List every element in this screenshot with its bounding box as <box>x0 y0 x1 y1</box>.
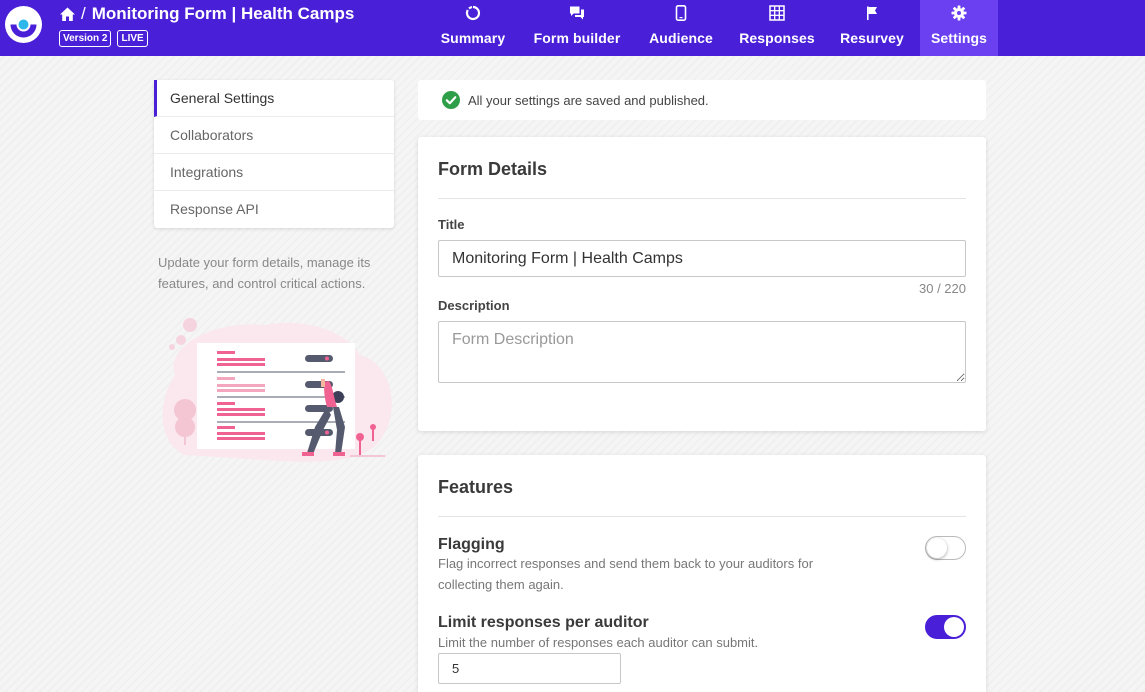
settings-description: Update your form details, manage its fea… <box>158 255 371 291</box>
flagging-description: Flag incorrect responses and send them b… <box>438 556 814 592</box>
limit-responses-description: Limit the number of responses each audit… <box>438 635 759 650</box>
form-title: Monitoring Form | Health Camps <box>91 4 355 23</box>
form-details-heading: Form Details <box>438 159 548 179</box>
breadcrumb: / Monitoring Form | Health Camps <box>59 3 354 25</box>
flagging-toggle-knob <box>927 538 947 558</box>
limit-responses-title: Limit responses per auditor <box>438 614 649 631</box>
description-label: Description <box>438 298 510 313</box>
check-circle-icon <box>442 91 460 109</box>
chat-bubbles-icon <box>570 6 584 20</box>
saved-notice: All your settings are saved and publishe… <box>418 80 986 120</box>
flagging-title: Flagging <box>438 536 505 553</box>
logo-icon <box>6 7 41 42</box>
title-label: Title <box>438 217 465 232</box>
sidebar-item-collaborators[interactable]: Collaborators <box>154 117 394 154</box>
app-logo[interactable] <box>5 6 42 43</box>
limit-responses-toggle[interactable] <box>925 615 966 639</box>
tab-resurvey[interactable]: Resurvey <box>830 0 914 56</box>
features-card: Features Flagging Flag incorrect respons… <box>418 455 986 692</box>
settings-illustration <box>162 318 392 462</box>
tab-settings[interactable]: Settings <box>920 0 998 56</box>
tab-settings-label: Settings <box>930 30 988 46</box>
sidebar-item-response-api[interactable]: Response API <box>154 191 394 228</box>
form-badges: Version 2 LIVE <box>59 30 148 47</box>
description-textarea[interactable] <box>438 321 966 383</box>
features-divider <box>438 516 966 517</box>
top-header: / Monitoring Form | Health Camps Version… <box>0 0 1145 56</box>
tab-responses[interactable]: Responses <box>734 0 820 56</box>
tab-form-builder[interactable]: Form builder <box>525 0 629 56</box>
title-input[interactable] <box>438 240 966 277</box>
tab-responses-label: Responses <box>739 30 815 46</box>
limit-responses-input[interactable] <box>438 653 621 684</box>
flag-icon <box>867 6 877 20</box>
tab-audience[interactable]: Audience <box>640 0 722 56</box>
settings-side-menu: General Settings Collaborators Integrati… <box>154 80 394 228</box>
title-char-counter: 30 / 220 <box>919 281 966 296</box>
sidebar-item-integrations[interactable]: Integrations <box>154 154 394 191</box>
saved-notice-text: All your settings are saved and publishe… <box>468 92 709 108</box>
version-badge[interactable]: Version 2 <box>59 30 112 47</box>
form-details-divider <box>438 198 966 199</box>
tab-form-builder-label: Form builder <box>533 30 621 46</box>
table-grid-icon <box>769 5 785 21</box>
live-status-badge: LIVE <box>117 30 148 47</box>
tab-summary-label: Summary <box>440 30 506 46</box>
form-details-card: Form Details Title 30 / 220 Description <box>418 137 986 431</box>
limit-responses-toggle-knob <box>944 617 964 637</box>
mobile-phone-icon <box>675 5 687 21</box>
flagging-toggle[interactable] <box>925 536 966 560</box>
gear-icon <box>951 5 967 21</box>
breadcrumb-separator: / <box>81 4 86 23</box>
tab-summary[interactable]: Summary <box>431 0 515 56</box>
tab-resurvey-label: Resurvey <box>840 30 904 46</box>
features-heading: Features <box>438 477 514 497</box>
donut-chart-icon <box>465 5 481 21</box>
tab-audience-label: Audience <box>649 30 713 46</box>
sidebar-item-general-settings[interactable]: General Settings <box>154 80 394 117</box>
home-icon[interactable] <box>59 6 76 23</box>
